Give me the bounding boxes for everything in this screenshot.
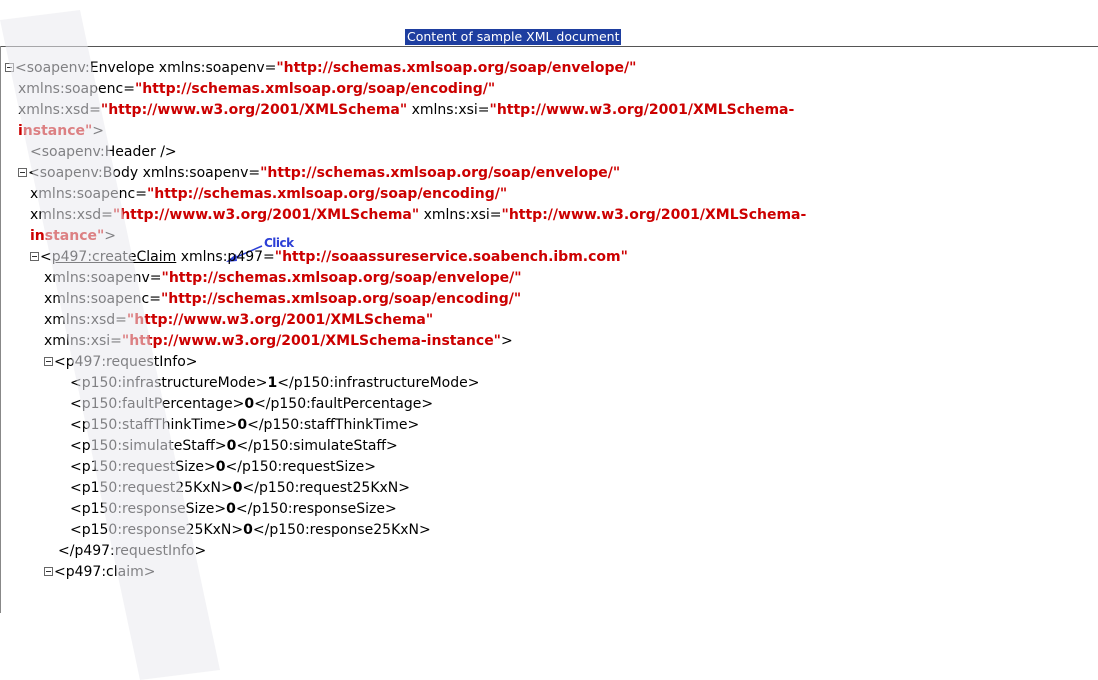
xml-text-value: 0 [226, 501, 236, 517]
xml-attr-value: instance" [18, 123, 93, 139]
xml-attr-name: xmlns:soapenc= [30, 186, 147, 202]
xml-attr-value: instance" [30, 228, 105, 244]
xml-field-line: <p150:responseSize>0</p150:responseSize> [70, 500, 397, 518]
xml-attr-name: xmlns:soapenv= [154, 60, 277, 76]
xml-field-line: <p150:response25KxN>0</p150:response25Kx… [70, 521, 431, 539]
xml-tag: </p150:faultPercentage> [254, 396, 434, 412]
xml-line: xmlns:soapenv="http://schemas.xmlsoap.or… [44, 269, 522, 287]
xml-attr-value: "http://www.w3.org/2001/XMLSchema" [126, 312, 434, 328]
xml-tag: <soapenv:Header /> [30, 144, 177, 160]
xml-line-envelope: <soapenv:Envelope xmlns:soapenv="http://… [5, 59, 636, 77]
xml-attr-name: xmlns:p497= [176, 249, 275, 265]
xml-tag: <p150:staffThinkTime> [70, 417, 238, 433]
xml-text-value: 0 [237, 417, 248, 433]
xml-attr-name: xmlns:xsd= [30, 207, 113, 223]
xml-line: xmlns:xsd="http://www.w3.org/2001/XMLSch… [44, 311, 433, 329]
xml-tag: </p150:requestSize> [225, 459, 376, 475]
xml-line: xmlns:xsi="http://www.w3.org/2001/XMLSch… [44, 332, 513, 350]
xml-tag: > [104, 228, 117, 244]
xml-line: instance"> [30, 227, 116, 245]
collapse-toggle-icon[interactable] [44, 567, 53, 576]
xml-field-line: <p150:infrastructureMode>1</p150:infrast… [70, 374, 479, 392]
xml-attr-value: "http://schemas.xmlsoap.org/soap/encodin… [160, 291, 522, 307]
xml-attr-name: xmlns:xsi= [44, 333, 122, 349]
title-bar: Content of sample XML document [0, 0, 1098, 47]
xml-line-requestinfo: <p497:requestInfo> [44, 353, 198, 371]
xml-attr-name: xmlns:soapenv= [138, 165, 261, 181]
collapse-toggle-icon[interactable] [5, 63, 14, 72]
xml-attr-value: "http://schemas.xmlsoap.org/soap/envelop… [260, 165, 621, 181]
xml-tag: <p150:request25KxN> [70, 480, 233, 496]
xml-tag: <p150:infrastructureMode> [70, 375, 268, 391]
xml-attr-value: "http://soaassureservice.soabench.ibm.co… [274, 249, 628, 265]
xml-attr-value: "http://www.w3.org/2001/XMLSchema" [100, 102, 408, 118]
xml-tag: <soapenv:Body [28, 165, 139, 181]
xml-tag: <p497:requestInfo> [54, 354, 198, 370]
xml-attr-name: xmlns:soapenv= [44, 270, 162, 286]
xml-tag: <p497:claim> [54, 564, 156, 580]
xml-attr-value: "http://schemas.xmlsoap.org/soap/encodin… [134, 81, 496, 97]
xml-tag: <soapenv:Envelope [15, 60, 155, 76]
xml-tag: </p150:simulateStaff> [236, 438, 398, 454]
xml-line-claim: <p497:claim> [44, 563, 155, 581]
document-title: Content of sample XML document [405, 29, 622, 45]
xml-tag: <p150:requestSize> [70, 459, 216, 475]
xml-field-line: <p150:simulateStaff>0</p150:simulateStaf… [70, 437, 398, 455]
xml-attr-value: "http://schemas.xmlsoap.org/soap/envelop… [276, 60, 637, 76]
xml-tag: > [500, 333, 513, 349]
xml-tag: </p150:response25KxN> [252, 522, 431, 538]
xml-tag: <p150:faultPercentage> [70, 396, 245, 412]
xml-line: instance"> [18, 122, 104, 140]
xml-line: xmlns:soapenc="http://schemas.xmlsoap.or… [44, 290, 521, 308]
xml-attr-name: xmlns:soapenc= [44, 291, 161, 307]
xml-field-line: <p150:staffThinkTime>0</p150:staffThinkT… [70, 416, 419, 434]
xml-tag: </p150:request25KxN> [242, 480, 410, 496]
xml-attr-name: xmlns:xsi= [407, 102, 490, 118]
xml-attr-value: "http://schemas.xmlsoap.org/soap/envelop… [161, 270, 522, 286]
xml-line: xmlns:soapenc="http://schemas.xmlsoap.or… [30, 185, 507, 203]
xml-tag: </p150:staffThinkTime> [247, 417, 420, 433]
xml-attr-name: xmlns:soapenc= [18, 81, 135, 97]
xml-tag: < [40, 249, 52, 265]
xml-attr-name: xmlns:xsd= [44, 312, 127, 328]
xml-line: xmlns:soapenc="http://schemas.xmlsoap.or… [18, 80, 495, 98]
xml-attr-value: "http://www.w3.org/2001/XMLSchema" [112, 207, 420, 223]
collapse-toggle-icon[interactable] [18, 168, 27, 177]
xml-attr-value: "http://www.w3.org/2001/XMLSchema- [501, 207, 807, 223]
xml-text-value: 0 [226, 438, 237, 454]
xml-attr-value: "http://www.w3.org/2001/XMLSchema-instan… [121, 333, 501, 349]
collapse-toggle-icon[interactable] [44, 357, 53, 366]
xml-tag: <p150:response25KxN> [70, 522, 244, 538]
xml-line-body: <soapenv:Body xmlns:soapenv="http://sche… [18, 164, 620, 182]
xml-tag: </p497:requestInfo> [58, 543, 207, 559]
createclaim-link[interactable]: p497:createClaim [52, 249, 177, 265]
xml-line-createclaim: <p497:createClaim xmlns:p497="http://soa… [30, 248, 628, 266]
xml-field-line: <p150:requestSize>0</p150:requestSize> [70, 458, 376, 476]
xml-tag: <p150:responseSize> [70, 501, 227, 517]
xml-field-line: <p150:request25KxN>0</p150:request25KxN> [70, 479, 410, 497]
xml-line: xmlns:xsd="http://www.w3.org/2001/XMLSch… [18, 101, 794, 119]
xml-attr-name: xmlns:xsi= [419, 207, 502, 223]
xml-tag: > [92, 123, 105, 139]
xml-line-requestinfo-close: </p497:requestInfo> [58, 542, 206, 560]
xml-attr-name: xmlns:xsd= [18, 102, 101, 118]
xml-tag: </p150:infrastructureMode> [277, 375, 480, 391]
xml-tag: </p150:responseSize> [235, 501, 397, 517]
xml-text-value: 0 [244, 396, 255, 412]
xml-text-value: 0 [232, 480, 243, 496]
xml-attr-value: "http://www.w3.org/2001/XMLSchema- [489, 102, 795, 118]
collapse-toggle-icon[interactable] [30, 252, 39, 261]
xml-attr-value: "http://schemas.xmlsoap.org/soap/encodin… [146, 186, 508, 202]
xml-line: xmlns:xsd="http://www.w3.org/2001/XMLSch… [30, 206, 806, 224]
xml-text-value: 1 [267, 375, 278, 391]
xml-text-value: 0 [215, 459, 226, 475]
xml-text-value: 0 [243, 522, 253, 538]
xml-field-line: <p150:faultPercentage>0</p150:faultPerce… [70, 395, 433, 413]
xml-tag: <p150:simulateStaff> [70, 438, 227, 454]
xml-line-header: <soapenv:Header /> [30, 143, 177, 161]
